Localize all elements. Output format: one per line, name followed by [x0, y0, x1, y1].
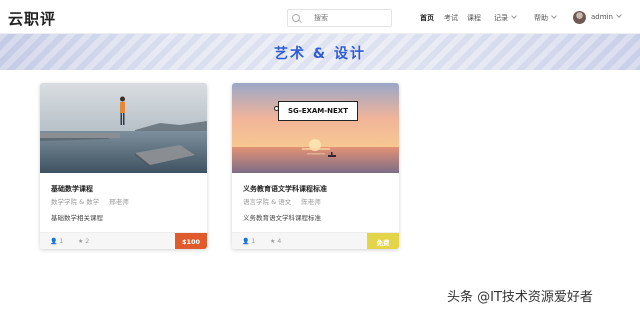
rating: ★ 4 [270, 238, 281, 245]
course-description: 基础数学相关课程 [51, 214, 103, 222]
watermark-badge: SG-EXAM-NEXT [278, 101, 358, 121]
star-icon: ★ [78, 238, 84, 245]
course-cover-image [40, 83, 207, 173]
card-body: 基础数学课程 数学学院 & 数学 邢老师 基础数学相关课程 [40, 173, 207, 226]
course-card[interactable]: 基础数学课程 数学学院 & 数学 邢老师 基础数学相关课程 👤 1 ★ 2 $1… [40, 83, 207, 249]
nav-home[interactable]: 首页 [420, 13, 434, 23]
student-count-value: 1 [251, 238, 256, 245]
chevron-down-icon [551, 13, 557, 19]
watermark-text: 头条 @IT技术资源爱好者 [447, 290, 593, 305]
user-icon: 👤 [242, 238, 250, 245]
rating: ★ 2 [78, 238, 89, 245]
course-category: 数学学院 & 数学 [51, 198, 100, 206]
course-teacher: 邢老师 [109, 198, 129, 206]
card-body: 义务教育语文学科课程标准 语言学院 & 语文 陈老师 义务教育语文学科课程标准 [232, 173, 399, 226]
nav-record[interactable]: 记录 [494, 13, 517, 23]
course-description: 义务教育语文学科课程标准 [243, 214, 321, 222]
search-icon [292, 14, 300, 22]
price-badge: 免费 [367, 233, 399, 249]
username: admin [591, 13, 613, 21]
course-meta: 语言学院 & 语文 陈老师 [243, 196, 321, 206]
course-title[interactable]: 义务教育语文学科课程标准 [243, 184, 327, 194]
category-banner: 艺术 & 设计 [0, 34, 640, 70]
nav-course[interactable]: 课程 [467, 13, 481, 23]
avatar[interactable] [573, 11, 586, 24]
course-card[interactable]: SG-EXAM-NEXT 义务教育语文学科课程标准 语言学院 & 语文 陈老师 … [232, 83, 399, 249]
star-icon: ★ [270, 238, 276, 245]
nav-exam[interactable]: 考试 [444, 13, 458, 23]
card-footer: 👤 1 ★ 2 $100 [40, 232, 207, 249]
search-input[interactable] [314, 14, 384, 22]
user-icon: 👤 [50, 238, 58, 245]
course-teacher: 陈老师 [301, 198, 321, 206]
course-category: 语言学院 & 语文 [243, 198, 292, 206]
price-badge: $100 [175, 233, 207, 249]
rating-value: 4 [277, 238, 282, 245]
nav-help[interactable]: 帮助 [534, 13, 557, 23]
nav-record-label: 记录 [494, 14, 508, 22]
student-count: 👤 1 [242, 238, 255, 245]
top-navbar: 云职评 首页 考试 课程 记录 帮助 admin [0, 0, 640, 34]
search-box[interactable] [287, 9, 392, 27]
card-footer: 👤 1 ★ 4 免费 [232, 232, 399, 249]
app-logo[interactable]: 云职评 [8, 8, 56, 29]
badge-hole-icon [274, 106, 279, 111]
user-menu[interactable]: admin [591, 12, 622, 21]
chevron-down-icon [511, 13, 517, 19]
chevron-down-icon [616, 12, 622, 18]
student-count-value: 1 [59, 238, 64, 245]
course-title[interactable]: 基础数学课程 [51, 184, 93, 194]
course-cover-image: SG-EXAM-NEXT [232, 83, 399, 173]
student-count: 👤 1 [50, 238, 63, 245]
category-title: 艺术 & 设计 [274, 46, 366, 62]
course-meta: 数学学院 & 数学 邢老师 [51, 196, 129, 206]
rating-value: 2 [85, 238, 90, 245]
nav-help-label: 帮助 [534, 14, 548, 22]
